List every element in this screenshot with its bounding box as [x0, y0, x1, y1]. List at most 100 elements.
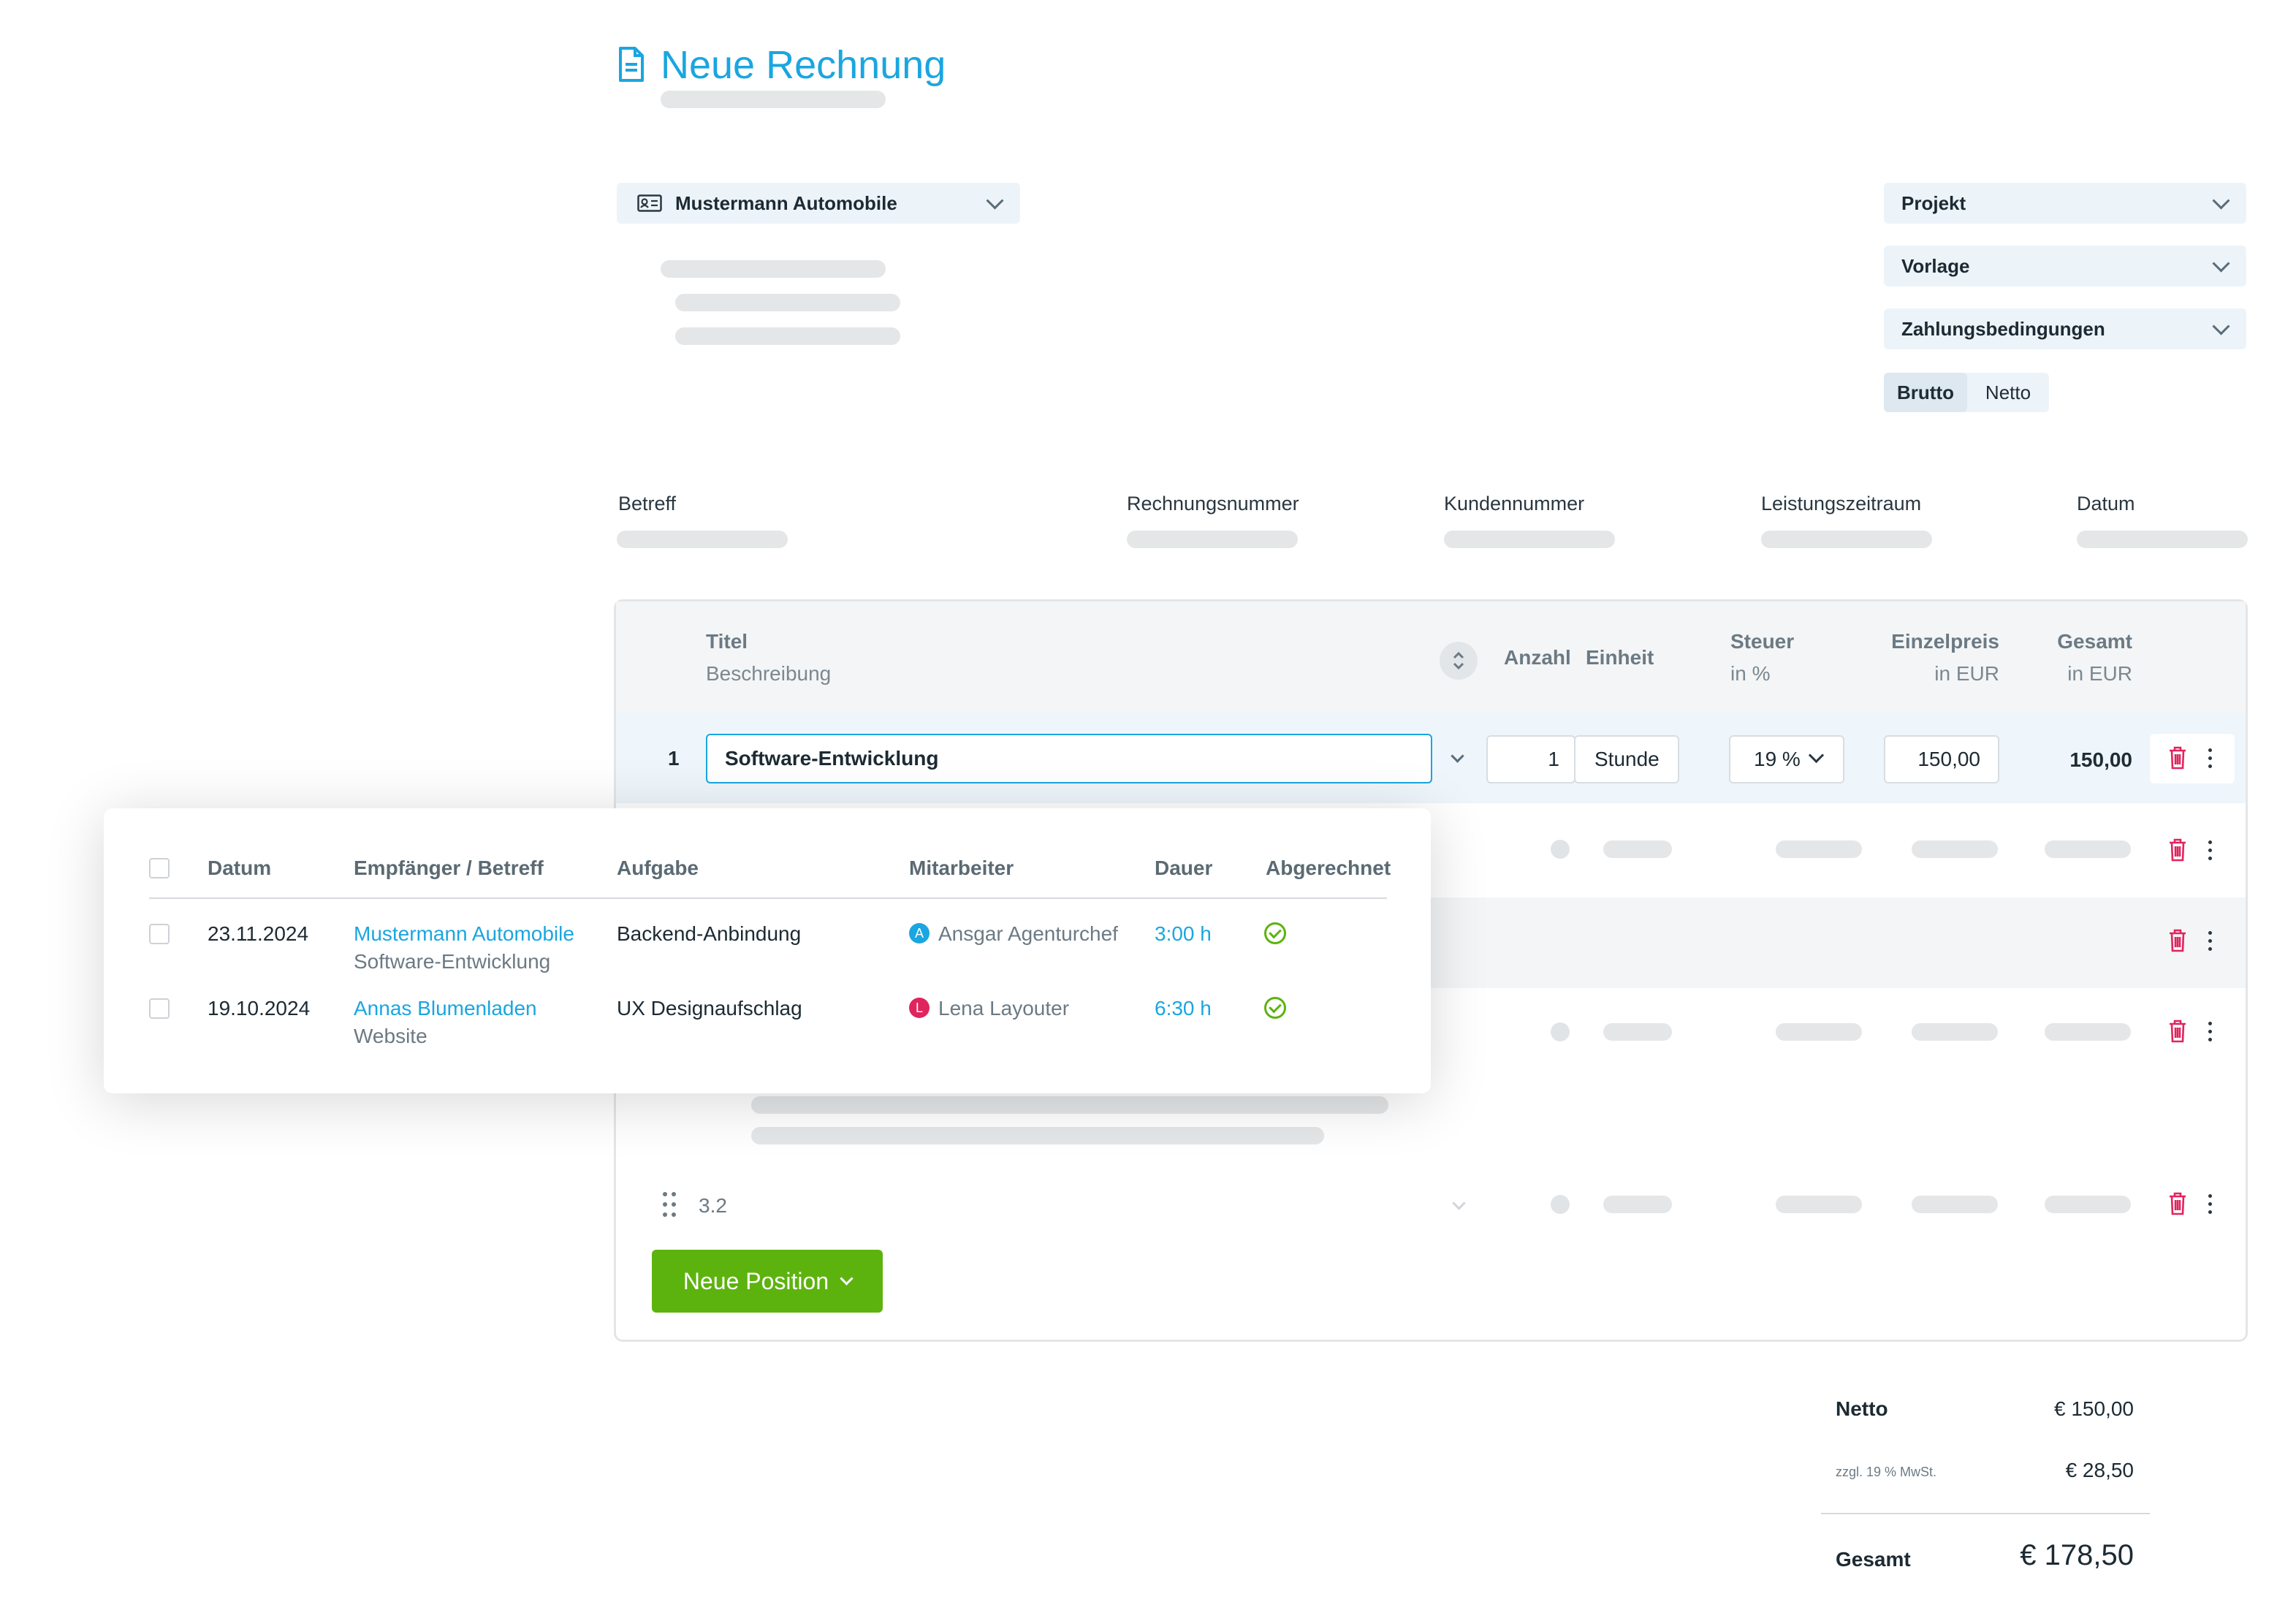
col-duration: Dauer — [1155, 857, 1213, 879]
more-options-icon[interactable] — [2208, 1194, 2213, 1218]
toggle-netto[interactable]: Netto — [1967, 373, 2049, 412]
vat-label: zzgl. 19 % MwSt. — [1836, 1465, 1937, 1479]
grand-total-label: Gesamt — [1836, 1548, 1911, 1571]
template-select-label: Vorlage — [1901, 254, 1970, 277]
billed-check-icon — [1264, 997, 1286, 1019]
col-employee: Mitarbeiter — [909, 857, 1014, 879]
skeleton-cell — [1912, 840, 1998, 858]
position-title-input[interactable]: Software-Entwicklung — [706, 734, 1432, 783]
chevron-down-icon — [2212, 191, 2230, 210]
chevron-down-icon — [2212, 254, 2230, 273]
col-tax-sub: in % — [1730, 662, 1771, 685]
row-total: 150,00 — [2069, 748, 2132, 771]
skeleton-address-line — [675, 327, 900, 345]
subject-field[interactable] — [617, 531, 788, 548]
new-position-button[interactable]: Neue Position — [652, 1250, 883, 1313]
customer-select-label: Mustermann Automobile — [675, 191, 897, 214]
table-header — [616, 601, 2246, 713]
unit-input[interactable]: Stunde — [1574, 735, 1679, 783]
entry-recipient-link[interactable]: Annas Blumenladen — [354, 997, 537, 1020]
vat-value: € 28,50 — [2065, 1459, 2134, 1481]
price-mode-toggle[interactable]: Brutto Netto — [1884, 373, 2049, 412]
trash-icon[interactable] — [2167, 928, 2188, 953]
col-unit-price-sub: in EUR — [1934, 662, 1999, 685]
skeleton-cell — [1776, 1196, 1862, 1213]
skeleton-cell — [1912, 1196, 1998, 1213]
col-date: Datum — [208, 857, 272, 879]
contact-card-icon — [637, 194, 662, 212]
entry-employee: Ansgar Agenturchef — [938, 922, 1118, 945]
col-recipient-subject: Empfänger / Betreff — [354, 857, 544, 879]
sort-toggle-button[interactable] — [1440, 642, 1478, 680]
col-unit-price: Einzelpreis — [1891, 630, 1999, 653]
service-period-label: Leistungszeitraum — [1761, 493, 1922, 515]
entry-date: 19.10.2024 — [208, 997, 311, 1020]
project-select-label: Projekt — [1901, 191, 1966, 214]
entry-task: UX Designaufschlag — [617, 997, 802, 1020]
entry-subject: Software-Entwicklung — [354, 950, 551, 973]
unit-price-input[interactable]: 150,00 — [1884, 735, 1999, 783]
service-period-field[interactable] — [1761, 531, 1932, 548]
more-options-icon[interactable] — [2208, 931, 2213, 955]
time-entries-popover — [104, 808, 1431, 1093]
chevron-down-icon — [986, 191, 1004, 210]
avatar: L — [909, 998, 930, 1018]
sort-icon — [1453, 651, 1464, 670]
chevron-down-icon — [840, 1271, 854, 1286]
row-actions — [2150, 734, 2235, 783]
avatar: A — [909, 923, 930, 944]
date-label: Datum — [2077, 493, 2135, 515]
invoice-number-field[interactable] — [1127, 531, 1298, 548]
skeleton-description-line — [751, 1127, 1324, 1144]
row-marker — [1551, 1022, 1570, 1041]
document-icon — [619, 47, 644, 82]
col-billed: Abgerechnet — [1266, 857, 1391, 879]
page-title: Neue Rechnung — [661, 43, 946, 87]
col-description: Beschreibung — [706, 662, 832, 685]
entry-date: 23.11.2024 — [208, 922, 309, 945]
customer-number-field[interactable] — [1444, 531, 1615, 548]
row-checkbox[interactable] — [149, 998, 170, 1019]
entry-recipient-link[interactable]: Mustermann Automobile — [354, 922, 574, 946]
more-options-icon[interactable] — [2208, 748, 2213, 772]
customer-number-label: Kundennummer — [1444, 493, 1585, 515]
select-all-checkbox[interactable] — [149, 858, 170, 878]
entry-duration[interactable]: 6:30 h — [1155, 997, 1212, 1020]
col-task: Aufgabe — [617, 857, 699, 879]
date-field[interactable] — [2077, 531, 2248, 548]
entry-duration[interactable]: 3:00 h — [1155, 922, 1212, 946]
trash-icon[interactable] — [2167, 1191, 2188, 1216]
header-divider — [149, 897, 1387, 899]
row-marker — [1551, 1195, 1570, 1214]
payment-terms-select[interactable]: Zahlungsbedingungen — [1884, 308, 2246, 349]
entry-task: Backend-Anbindung — [617, 922, 802, 945]
col-total: Gesamt — [2057, 630, 2132, 653]
toggle-brutto[interactable]: Brutto — [1884, 373, 1967, 412]
skeleton-cell — [1912, 1023, 1998, 1041]
tax-select[interactable]: 19 % — [1729, 735, 1844, 783]
project-select[interactable]: Projekt — [1884, 183, 2246, 224]
skeleton-cell — [2045, 1023, 2131, 1041]
skeleton-address-line — [661, 260, 886, 278]
trash-icon[interactable] — [2167, 838, 2188, 862]
net-value: € 150,00 — [2054, 1397, 2134, 1420]
row-checkbox[interactable] — [149, 924, 170, 944]
entry-subject: Website — [354, 1025, 427, 1047]
col-tax: Steuer — [1730, 630, 1795, 653]
customer-select[interactable]: Mustermann Automobile — [617, 183, 1020, 224]
drag-handle-icon[interactable] — [662, 1191, 677, 1218]
quantity-input[interactable]: 1 — [1486, 735, 1575, 783]
skeleton-cell — [1776, 1023, 1862, 1041]
entry-employee: Lena Layouter — [938, 997, 1070, 1020]
trash-icon[interactable] — [2167, 1019, 2188, 1044]
sub-row-number: 3.2 — [699, 1194, 727, 1217]
new-position-label: Neue Position — [683, 1267, 829, 1294]
trash-icon[interactable] — [2167, 745, 2188, 770]
skeleton-description-line — [751, 1096, 1388, 1114]
totals-divider — [1821, 1513, 2150, 1514]
chevron-down-icon — [2212, 317, 2230, 335]
more-options-icon[interactable] — [2208, 1022, 2213, 1046]
template-select[interactable]: Vorlage — [1884, 246, 2246, 286]
col-title: Titel — [706, 630, 748, 653]
more-options-icon[interactable] — [2208, 840, 2213, 865]
